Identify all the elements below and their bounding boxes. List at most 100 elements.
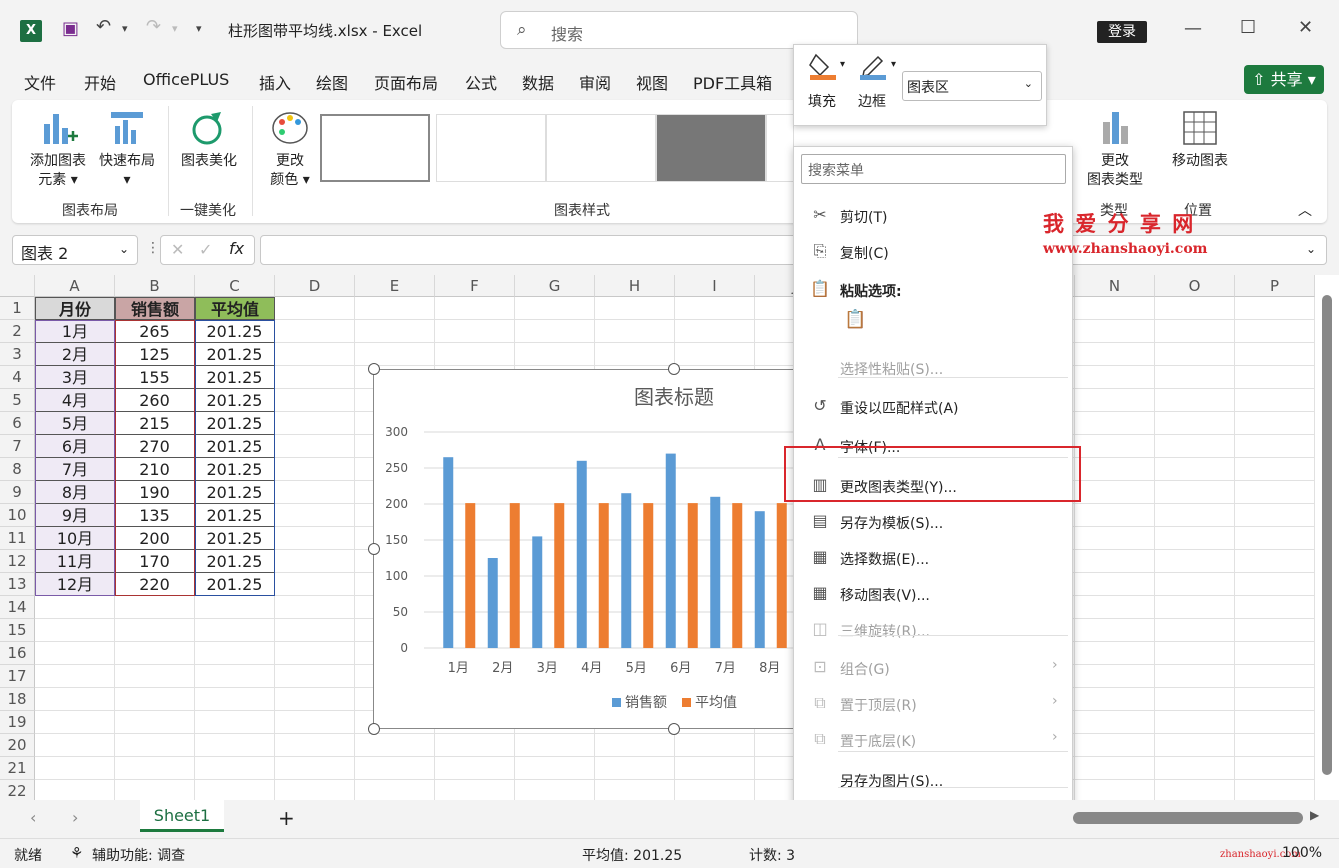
cell[interactable] [675, 734, 755, 757]
table-cell[interactable]: 135 [115, 504, 195, 527]
cell[interactable] [1075, 550, 1155, 573]
cell[interactable] [275, 734, 355, 757]
sheet-tab-sheet1[interactable]: Sheet1 [140, 800, 224, 832]
chart-style-5[interactable] [766, 114, 794, 182]
cell[interactable] [1235, 435, 1315, 458]
cell[interactable] [275, 642, 355, 665]
cell[interactable] [1235, 642, 1315, 665]
cell[interactable] [1155, 297, 1235, 320]
menu-data[interactable]: 数据 [522, 70, 554, 94]
cell[interactable] [1155, 642, 1235, 665]
cell[interactable] [1155, 688, 1235, 711]
row-header[interactable]: 13 [0, 573, 35, 596]
cell[interactable] [1075, 711, 1155, 734]
save-icon[interactable]: ▣ [62, 18, 79, 39]
cell[interactable] [35, 757, 115, 780]
cell[interactable] [1155, 734, 1235, 757]
table-cell[interactable]: 200 [115, 527, 195, 550]
cell[interactable] [1235, 504, 1315, 527]
cell[interactable] [355, 343, 435, 366]
cell[interactable] [1235, 389, 1315, 412]
cell[interactable] [275, 688, 355, 711]
cell[interactable] [1075, 389, 1155, 412]
change-chart-type-button[interactable]: 更改 图表类型 [1080, 108, 1150, 190]
cell[interactable] [1155, 435, 1235, 458]
cell[interactable] [515, 297, 595, 320]
table-cell[interactable]: 10月 [35, 527, 115, 550]
table-cell[interactable]: 265 [115, 320, 195, 343]
context-menu-item[interactable]: 粘贴选项: [840, 281, 902, 301]
table-cell[interactable]: 201.25 [195, 412, 275, 435]
fill-dropdown-icon[interactable]: ▾ [840, 59, 845, 70]
row-header[interactable]: 5 [0, 389, 35, 412]
table-cell[interactable]: 260 [115, 389, 195, 412]
row-header[interactable]: 16 [0, 642, 35, 665]
cell[interactable] [1155, 527, 1235, 550]
table-cell[interactable]: 1月 [35, 320, 115, 343]
column-header[interactable]: O [1155, 275, 1235, 297]
table-header-cell[interactable]: 销售额 [115, 297, 195, 320]
undo-icon[interactable]: ↶ [96, 16, 111, 37]
cell[interactable] [1155, 596, 1235, 619]
cell[interactable] [1075, 573, 1155, 596]
table-header-cell[interactable]: 平均值 [195, 297, 275, 320]
context-menu-item[interactable]: 另存为图片(S)... [840, 771, 943, 791]
cell[interactable] [35, 596, 115, 619]
menu-search-input[interactable]: 搜索菜单 [801, 154, 1066, 184]
cell[interactable] [1155, 619, 1235, 642]
cell[interactable] [515, 734, 595, 757]
cell[interactable] [1235, 619, 1315, 642]
cell[interactable] [515, 757, 595, 780]
cell[interactable] [1155, 481, 1235, 504]
table-cell[interactable]: 201.25 [195, 573, 275, 596]
row-header[interactable]: 19 [0, 711, 35, 734]
cell[interactable] [275, 412, 355, 435]
row-header[interactable]: 9 [0, 481, 35, 504]
row-header[interactable]: 17 [0, 665, 35, 688]
cell[interactable] [115, 596, 195, 619]
cell[interactable] [1155, 665, 1235, 688]
cell[interactable] [675, 757, 755, 780]
insert-function-icon[interactable]: fx [229, 239, 244, 258]
table-cell[interactable]: 5月 [35, 412, 115, 435]
cell[interactable] [355, 320, 435, 343]
cell[interactable] [275, 481, 355, 504]
cell[interactable] [1235, 366, 1315, 389]
table-cell[interactable]: 201.25 [195, 527, 275, 550]
cell[interactable] [115, 642, 195, 665]
column-header[interactable]: G [515, 275, 595, 297]
cell[interactable] [1235, 757, 1315, 780]
cell[interactable] [1155, 412, 1235, 435]
cell[interactable] [275, 458, 355, 481]
resize-handle-nw[interactable] [368, 363, 380, 375]
zoom-level[interactable]: 100% [1282, 845, 1322, 861]
cell[interactable] [1235, 527, 1315, 550]
cell[interactable] [1075, 366, 1155, 389]
cell[interactable] [1235, 596, 1315, 619]
row-header[interactable]: 7 [0, 435, 35, 458]
cell[interactable] [355, 757, 435, 780]
cell[interactable] [1235, 458, 1315, 481]
border-button[interactable]: 边框 [858, 51, 890, 111]
cell[interactable] [115, 734, 195, 757]
change-colors-button[interactable]: 更改 颜色 ▾ [262, 108, 318, 190]
fill-button[interactable]: 填充 [808, 51, 838, 111]
cell[interactable] [1075, 297, 1155, 320]
cell[interactable] [275, 573, 355, 596]
table-cell[interactable]: 201.25 [195, 320, 275, 343]
cell[interactable] [1075, 343, 1155, 366]
close-icon[interactable]: ✕ [1298, 17, 1313, 38]
cell[interactable] [1075, 642, 1155, 665]
cell[interactable] [1075, 504, 1155, 527]
resize-handle-sw[interactable] [368, 723, 380, 735]
context-menu-item[interactable]: 复制(C) [840, 243, 889, 263]
collapse-ribbon-icon[interactable]: ︿ [1298, 200, 1312, 220]
cell[interactable] [1235, 320, 1315, 343]
cell[interactable] [275, 757, 355, 780]
horizontal-scrollbar[interactable] [1073, 812, 1303, 824]
enter-icon[interactable]: ✓ [199, 240, 212, 259]
add-chart-element-button[interactable]: 添加图表 元素 ▾ [26, 108, 90, 190]
cell[interactable] [195, 642, 275, 665]
cell[interactable] [1075, 320, 1155, 343]
row-header[interactable]: 6 [0, 412, 35, 435]
